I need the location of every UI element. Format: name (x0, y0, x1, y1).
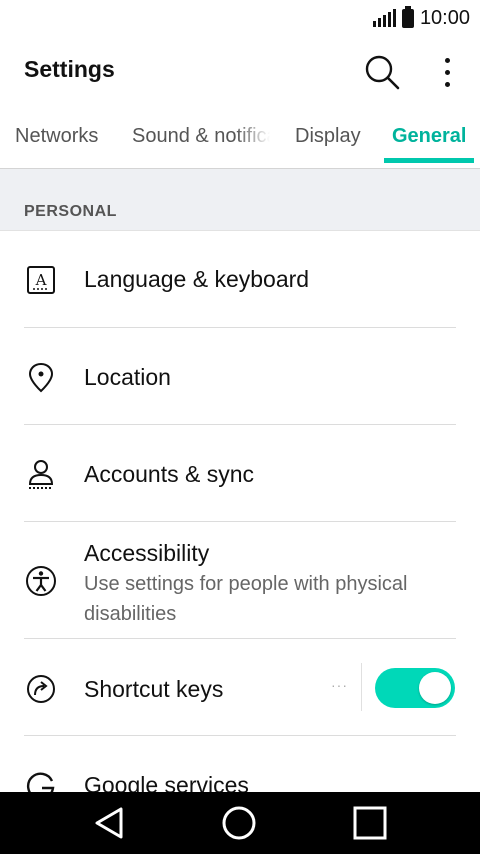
shortcut-icon (27, 675, 55, 703)
more-vert-icon (444, 57, 450, 63)
language-keyboard-icon: A (27, 266, 55, 294)
page-title: Settings (24, 56, 115, 82)
navigation-bar (0, 792, 480, 854)
recents-icon (353, 806, 387, 840)
svg-text:A: A (35, 271, 47, 289)
back-button[interactable] (89, 803, 129, 843)
list-item-language-keyboard[interactable]: A Language & keyboard (0, 231, 480, 328)
google-icon (26, 772, 55, 792)
row-menu-dots[interactable]: ··· (331, 677, 348, 693)
app-bar: Settings (0, 36, 480, 104)
list-item-shortcut-keys[interactable]: Shortcut keys ··· (0, 639, 480, 736)
search-icon (365, 55, 400, 90)
list-item-location[interactable]: Location (0, 328, 480, 425)
accounts-icon (28, 460, 54, 489)
back-icon (95, 807, 123, 839)
tab-display[interactable]: Display (295, 104, 361, 168)
accessibility-icon (26, 566, 56, 596)
item-subtitle: Use settings for people with physical di… (84, 573, 408, 625)
item-title: Shortcut keys (84, 676, 224, 702)
location-pin-icon (28, 362, 54, 393)
tab-fade (236, 104, 270, 168)
section-label: PERSONAL (24, 203, 117, 220)
list-item-google-services[interactable]: Google services (0, 736, 480, 792)
signal-icon (372, 9, 396, 27)
recents-button[interactable] (350, 803, 390, 843)
section-header-personal: PERSONAL (0, 169, 480, 231)
home-button[interactable] (219, 803, 259, 843)
item-title: Google services (84, 772, 249, 792)
tab-indicator (384, 158, 474, 163)
list-item-accessibility[interactable]: Accessibility Use settings for people wi… (0, 522, 480, 639)
separator (361, 663, 362, 711)
status-time: 10:00 (419, 7, 470, 29)
item-title: Accounts & sync (84, 461, 255, 487)
item-title: Language & keyboard (84, 266, 310, 292)
status-bar: 10:00 (0, 0, 480, 36)
item-title: Accessibility (84, 540, 210, 566)
search-button[interactable] (360, 50, 404, 94)
more-options-button[interactable] (430, 50, 464, 94)
shortcut-keys-toggle[interactable] (375, 668, 455, 708)
list-item-accounts-sync[interactable]: Accounts & sync (0, 425, 480, 522)
item-title: Location (84, 364, 171, 390)
tab-networks[interactable]: Networks (15, 104, 98, 168)
home-icon (222, 806, 256, 840)
status-icons: 10:00 (372, 5, 470, 30)
battery-icon (401, 5, 414, 28)
tab-bar: Networks Sound & notifications Display G… (0, 104, 480, 169)
toggle-knob (419, 672, 451, 704)
